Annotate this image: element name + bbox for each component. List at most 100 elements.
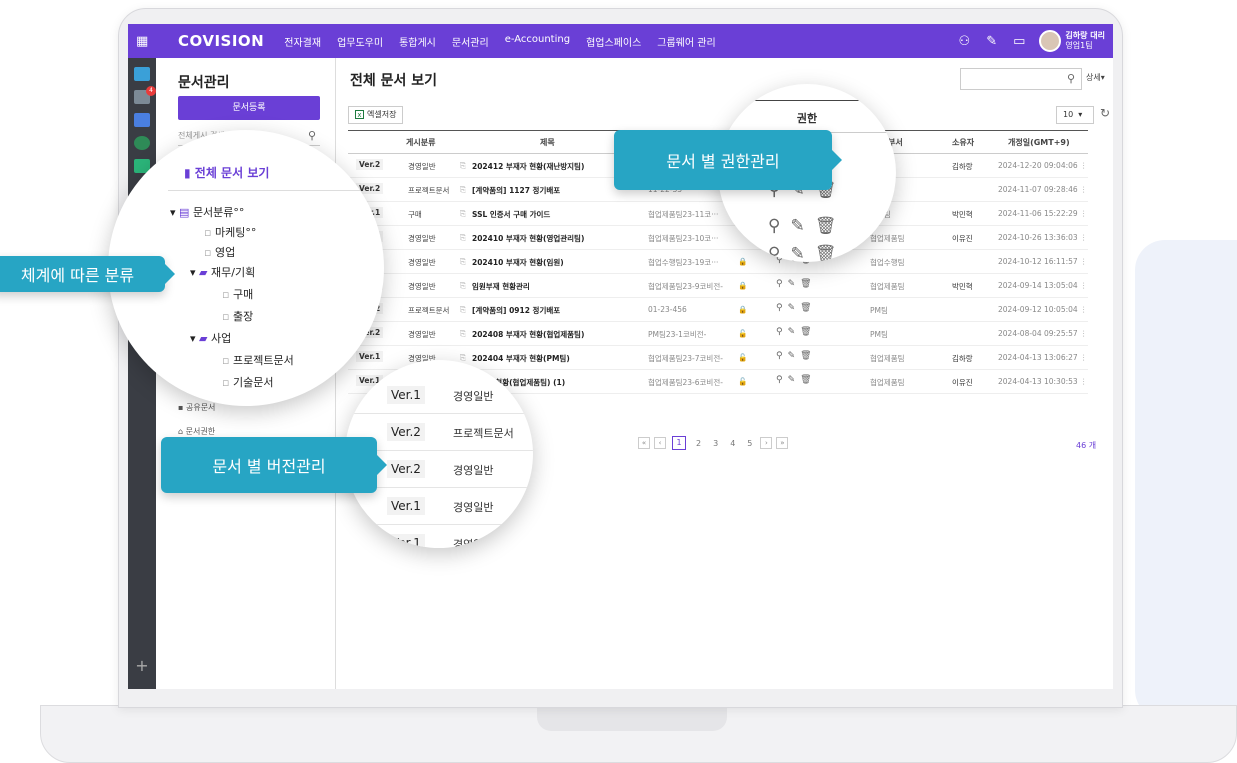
nav-item-admin[interactable]: 그룹웨어 관리 [657,34,715,49]
date-cell: 2024-09-12 10:05:04 [998,305,1078,314]
user-info[interactable]: 김하랑 대리 영업1팀 [1065,31,1105,51]
title-cell[interactable]: 202404 부재자 현황(PM팀) [472,353,570,364]
more-icon[interactable]: ⋮ [1080,281,1088,290]
page-5[interactable]: 5 [747,439,752,448]
org-chart-icon[interactable]: ⚇ [959,34,971,49]
more-icon[interactable]: ⋮ [1080,329,1088,338]
col-owner[interactable]: 소유자 [952,137,974,148]
view-icon[interactable]: ⚲ [768,216,790,236]
tree-item-purchase[interactable]: ▫ 구매 [222,286,253,302]
action-icons[interactable]: ⚲✎🗑 [776,375,817,385]
dept-cell: PM팀 [870,330,888,339]
tree-item-marketing[interactable]: ▫ 마케팅°° [204,224,256,240]
page-2[interactable]: 2 [696,439,701,448]
col-class[interactable]: 게시분류 [406,137,435,148]
tree-item-sales-label: 영업 [214,246,236,259]
title-cell[interactable]: [계약품의] 0912 정기배포 [472,305,560,316]
attachment-icon: ⎘ [460,353,466,362]
more-icon[interactable]: ⋮ [1080,233,1088,242]
view-icon[interactable]: ⚲ [768,244,790,262]
more-icon[interactable]: ⋮ [1080,353,1088,362]
action-icons[interactable]: ⚲✎🗑 [776,303,817,313]
perm-header: 권한 [796,112,818,125]
tree-item-project[interactable]: ▫ 프로젝트문서 [222,352,294,368]
nav-item-helper[interactable]: 업무도우미 [337,34,383,49]
page-size-select[interactable]: 10 ▾ [1056,106,1094,124]
col-title[interactable]: 제목 [540,137,555,148]
more-icon[interactable]: ⋮ [1080,185,1088,194]
detail-dropdown[interactable]: 상세▾ [1086,72,1105,83]
title-cell[interactable]: 202410 부재자 현황(영업관리팀) [472,233,584,244]
table-row[interactable]: Ver.1경영일반202410 부재자 현황(임원)협업수행팀23-19코···… [348,250,1088,274]
main-search-input[interactable]: ⚲ [960,68,1082,90]
book-icon[interactable]: ▭ [1013,34,1025,49]
register-button[interactable]: 문서등록 [178,96,320,120]
tree-item-sales[interactable]: ▫ 영업 [204,244,235,260]
table-row[interactable]: Ver.1경영일반202410 부재자 현황(영업관리팀)협업제품팀23-10코… [348,226,1088,250]
search-icon[interactable]: ⚲ [1067,72,1075,85]
tree-category[interactable]: ▾ ▤ 문서분류°° [170,204,244,220]
edit-icon[interactable]: ✎ [790,216,814,236]
more-icon[interactable]: ⋮ [1080,257,1088,266]
refresh-icon[interactable]: ↻ [1100,106,1110,120]
action-icons[interactable]: ⚲✎🗑 [776,351,817,361]
class-cell: 경영일반 [408,162,436,171]
more-icon[interactable]: ⋮ [1080,377,1088,386]
tree-item-business[interactable]: ▾ ▰ 사업 [190,330,231,346]
page-icon: ▫ [222,310,230,323]
more-icon[interactable]: ⋮ [1080,209,1088,218]
trash-icon[interactable]: 🗑 [815,216,847,236]
dept-cell: 협업제품팀 [870,378,905,387]
table-row[interactable]: Ver.2프로젝트문서[계약품의] 0912 정기배포01-23-456🔒PM팀… [348,298,1088,322]
page-3[interactable]: 3 [713,439,718,448]
title-cell[interactable]: 202410 부재자 현황(임원) [472,257,564,268]
reg-number-cell: 협업제품팀23-11코··· [648,210,719,219]
doc-permission-link[interactable]: ⌂ 문서권한 [178,426,215,437]
leaf-icon[interactable] [134,136,150,150]
edit-icon[interactable]: ✎ [790,244,814,262]
tree-item-business-label: 사업 [211,332,232,345]
logo[interactable]: COVISION [178,32,264,50]
mail-icon[interactable] [134,67,150,81]
nav-item-approval[interactable]: 전자결재 [284,34,321,49]
trash-icon[interactable]: 🗑 [815,244,847,262]
search-icon[interactable]: ⚲ [308,126,316,146]
next-page-button[interactable]: › [760,437,773,449]
title-cell[interactable]: 202412 부재자 현황(재난방지팀) [472,161,584,172]
page-1[interactable]: 1 [672,436,686,450]
title-cell[interactable]: [계약품의] 1127 정기배포 [472,185,560,196]
col-date[interactable]: 개정일(GMT+9) [1008,137,1070,148]
nav-item-board[interactable]: 통합게시 [399,34,436,49]
app-grid-icon[interactable]: ▦ [136,34,158,49]
more-icon[interactable]: ⋮ [1080,305,1088,314]
nav-item-collab[interactable]: 협업스페이스 [586,34,641,49]
tree-item-finance[interactable]: ▾ ▰ 재무/기획 [190,264,255,280]
tree-all-docs[interactable]: ▮ 전체 문서 보기 [184,164,269,181]
tree-item-trip[interactable]: ▫ 출장 [222,308,253,324]
page-4[interactable]: 4 [730,439,735,448]
first-page-button[interactable]: « [638,437,650,449]
nav-item-accounting[interactable]: e-Accounting [505,34,570,49]
nav-item-docs[interactable]: 문서관리 [452,34,489,49]
pencil-icon[interactable]: ✎ [986,34,997,49]
title-cell[interactable]: SSL 인증서 구매 가이드 [472,209,550,220]
action-icons[interactable]: ⚲✎🗑 [776,327,817,337]
table-row[interactable]: Ver.2 경영일반 202408 부재자 현황(협업제품팀) PM팀23-1코비전-… [348,322,1088,346]
page-icon: ▫ [222,376,230,389]
title-cell[interactable]: 202408 부재자 현황(협업제품팀) [472,329,584,340]
shared-docs-link[interactable]: ▪ 공유문서 [178,402,215,413]
tree-item-tech[interactable]: ▫ 기술문서 [222,374,273,390]
table-row[interactable]: Ver.1경영일반임원부재 현황관리협업제품팀23-9코비전-🔒협업제품팀박민혁… [348,274,1088,298]
table-row[interactable]: Ver.1구매SSL 인증서 구매 가이드협업제품팀23-11코···수행팀박민… [348,202,1088,226]
left-title: 문서관리 [178,75,230,91]
excel-save-button[interactable]: x 엑셀저장 [348,106,404,124]
last-page-button[interactable]: » [776,437,789,449]
calendar-icon[interactable] [134,113,150,127]
class-cell: 경영일반 [408,330,436,339]
prev-page-button[interactable]: ‹ [654,437,666,449]
add-icon[interactable]: + [128,656,156,675]
action-icons[interactable]: ⚲✎🗑 [776,279,817,289]
title-cell[interactable]: 임원부재 현황관리 [472,281,530,292]
more-icon[interactable]: ⋮ [1080,161,1088,170]
avatar[interactable] [1039,30,1062,52]
